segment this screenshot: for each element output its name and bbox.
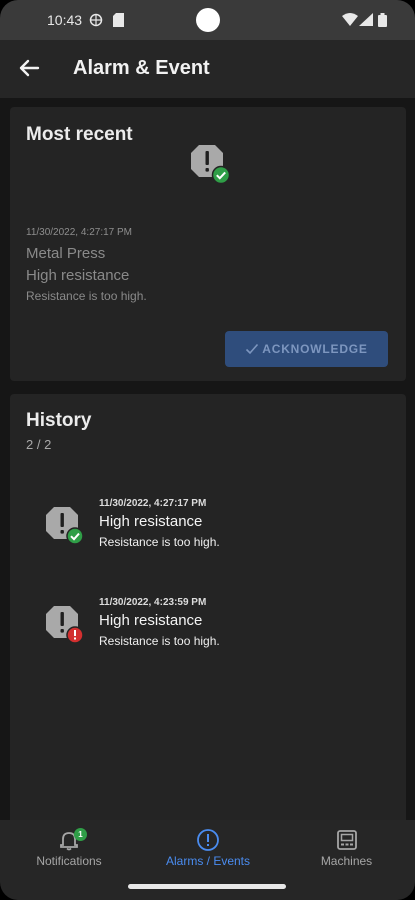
history-item-timestamp: 11/30/2022, 4:23:59 PM — [99, 597, 207, 608]
history-card: History 2 / 2 11/30/2022, 4:27:17 PM Hig… — [10, 394, 406, 834]
acknowledge-label: ACKNOWLEDGE — [262, 342, 368, 356]
history-item-description: Resistance is too high. — [99, 535, 220, 549]
nav-tab-notifications[interactable]: 1 Notifications — [0, 820, 138, 876]
acknowledge-button[interactable]: ACKNOWLEDGE — [225, 331, 388, 367]
history-item[interactable]: 11/30/2022, 4:27:17 PM High resistance R… — [36, 498, 386, 558]
nav-label-alarms-events: Alarms / Events — [165, 854, 251, 868]
nav-label-notifications: Notifications — [36, 854, 102, 868]
nav-label-machines: Machines — [320, 854, 373, 868]
alarm-acknowledged-icon — [191, 145, 231, 185]
most-recent-alarm-description: Resistance is too high. — [26, 289, 147, 303]
wifi-icon — [342, 13, 358, 26]
notifications-badge: 1 — [74, 828, 87, 841]
most-recent-timestamp: 11/30/2022, 4:27:17 PM — [26, 227, 133, 238]
history-item-description: Resistance is too high. — [99, 634, 220, 648]
signal-icon — [359, 13, 373, 26]
alert-circle-icon — [197, 829, 219, 851]
most-recent-alarm-name: High resistance — [26, 267, 130, 284]
app-bar: Alarm & Event — [0, 40, 415, 98]
nav-tab-machines[interactable]: Machines — [278, 820, 415, 876]
most-recent-card: Most recent 11/30/2022, 4:27:17 PM Metal… — [10, 107, 406, 381]
history-item-name: High resistance — [99, 513, 203, 530]
gesture-navigation-area — [0, 876, 415, 900]
vpn-globe-icon — [89, 13, 103, 27]
history-title: History — [26, 410, 92, 431]
history-count: 2 / 2 — [26, 437, 52, 452]
history-item[interactable]: 11/30/2022, 4:23:59 PM High resistance R… — [36, 597, 386, 657]
page-title: Alarm & Event — [73, 57, 210, 79]
history-item-timestamp: 11/30/2022, 4:27:17 PM — [99, 498, 207, 509]
content-area: Most recent 11/30/2022, 4:27:17 PM Metal… — [0, 98, 415, 834]
home-gesture-bar[interactable] — [128, 884, 286, 889]
bottom-navigation: 1 Notifications Alarms / Events Machines — [0, 820, 415, 876]
sim-card-icon — [113, 13, 124, 27]
status-bar: 10:43 — [0, 0, 415, 40]
camera-cutout — [196, 8, 220, 32]
machine-icon — [336, 830, 357, 850]
alarm-acknowledged-icon — [46, 507, 84, 545]
nav-tab-alarms-events[interactable]: Alarms / Events — [138, 820, 278, 876]
checkmark-icon — [246, 343, 259, 355]
back-arrow-icon[interactable] — [16, 55, 42, 81]
most-recent-title: Most recent — [26, 124, 133, 145]
most-recent-machine: Metal Press — [26, 245, 106, 262]
status-time: 10:43 — [47, 12, 83, 28]
history-item-name: High resistance — [99, 612, 203, 629]
alarm-unacknowledged-icon — [46, 606, 84, 644]
battery-icon — [378, 13, 387, 27]
